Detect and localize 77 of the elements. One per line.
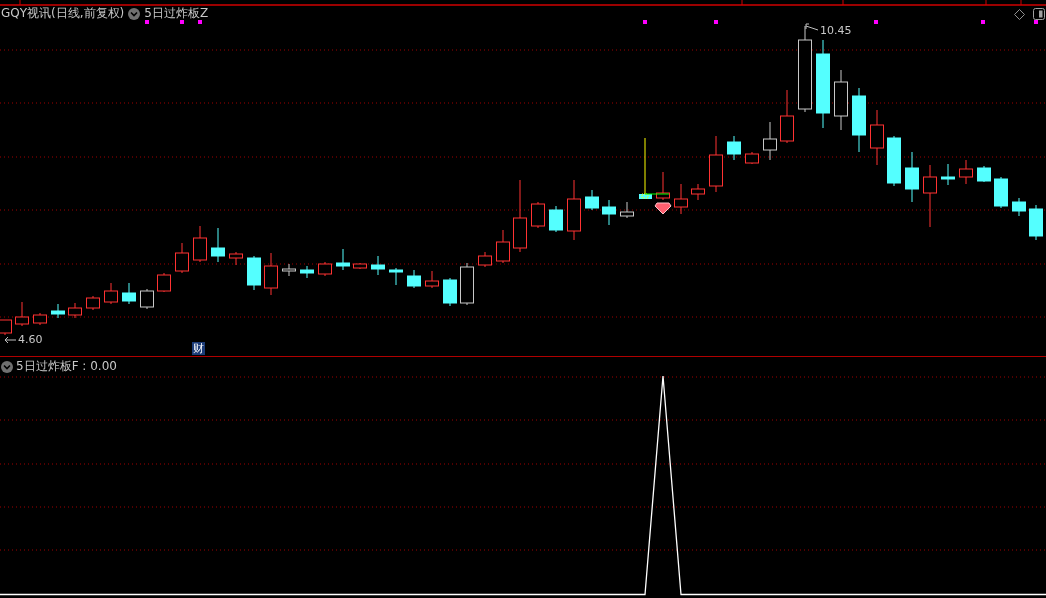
candlestick [140,288,154,310]
candlestick [852,87,866,153]
candlestick [389,267,403,286]
signal-marker [981,20,985,24]
candlestick [585,189,599,211]
candlestick [229,251,243,266]
chevron-down-icon[interactable] [128,7,141,20]
candlestick [175,242,189,274]
price-label: 10.45 [820,24,852,38]
candlestick [15,301,29,327]
candlestick [122,282,136,305]
candlestick [247,255,261,291]
candlestick [478,251,492,268]
candlestick [336,248,350,271]
candlestick [602,199,616,226]
candlestick [691,183,705,201]
candlestick [941,163,955,186]
candlestick [425,270,439,289]
candlestick [460,262,474,306]
indicator-value: 5日过炸板F : 0.00 [16,359,117,374]
candlestick [282,263,296,277]
candlestick [300,265,314,279]
candlestick [318,261,332,277]
candlestick [496,229,510,264]
candlestick [531,201,545,229]
candlestick [959,159,973,185]
candlestick [407,269,421,289]
signal-marker [874,20,878,24]
candlestick [353,262,367,270]
candlestick [763,121,777,161]
candlestick [264,252,278,296]
chart-title: GQY视讯(日线,前复权) [1,6,125,21]
candlestick [549,205,563,233]
candlestick [157,272,171,293]
signal-marker [714,20,718,24]
candlestick [639,137,652,199]
arrow-icon [805,23,819,33]
candlestick [371,255,385,276]
chevron-down-icon[interactable] [1,360,13,373]
candlestick [33,312,47,326]
signal-marker [198,20,202,24]
candlestick [994,176,1008,209]
arrow-icon [4,336,17,344]
diamond-icon[interactable] [1014,9,1025,20]
candlestick [834,69,848,131]
candlestick [745,151,759,165]
candlestick [104,282,118,305]
price-label: 4.60 [18,333,43,347]
candlestick [193,225,207,263]
gem-icon [654,202,672,215]
candlestick [923,164,937,228]
candlestick [1012,197,1026,217]
candlestick [1029,204,1043,241]
candlestick [727,135,741,161]
signal-marker [1034,20,1038,24]
candlestick [977,165,991,183]
finance-marker[interactable]: 财 [192,342,205,355]
candlestick [51,303,65,319]
candlestick [656,171,670,201]
candlestick [68,302,82,319]
signal-marker [180,20,184,24]
candlestick [567,179,581,241]
candlestick [780,89,794,144]
signal-marker [643,20,647,24]
candlestick [887,135,901,187]
signal-marker [145,20,149,24]
candlestick [443,277,457,307]
candlestick [211,227,225,263]
candlestick [905,151,919,203]
candlestick [674,183,688,215]
candlestick [870,109,884,166]
candlestick [620,201,634,219]
candlestick [86,295,100,311]
candlestick [709,135,723,193]
signal-line [644,193,670,195]
indicator-name: 5日过炸板Z [144,6,209,21]
window-icon[interactable] [1033,8,1045,20]
